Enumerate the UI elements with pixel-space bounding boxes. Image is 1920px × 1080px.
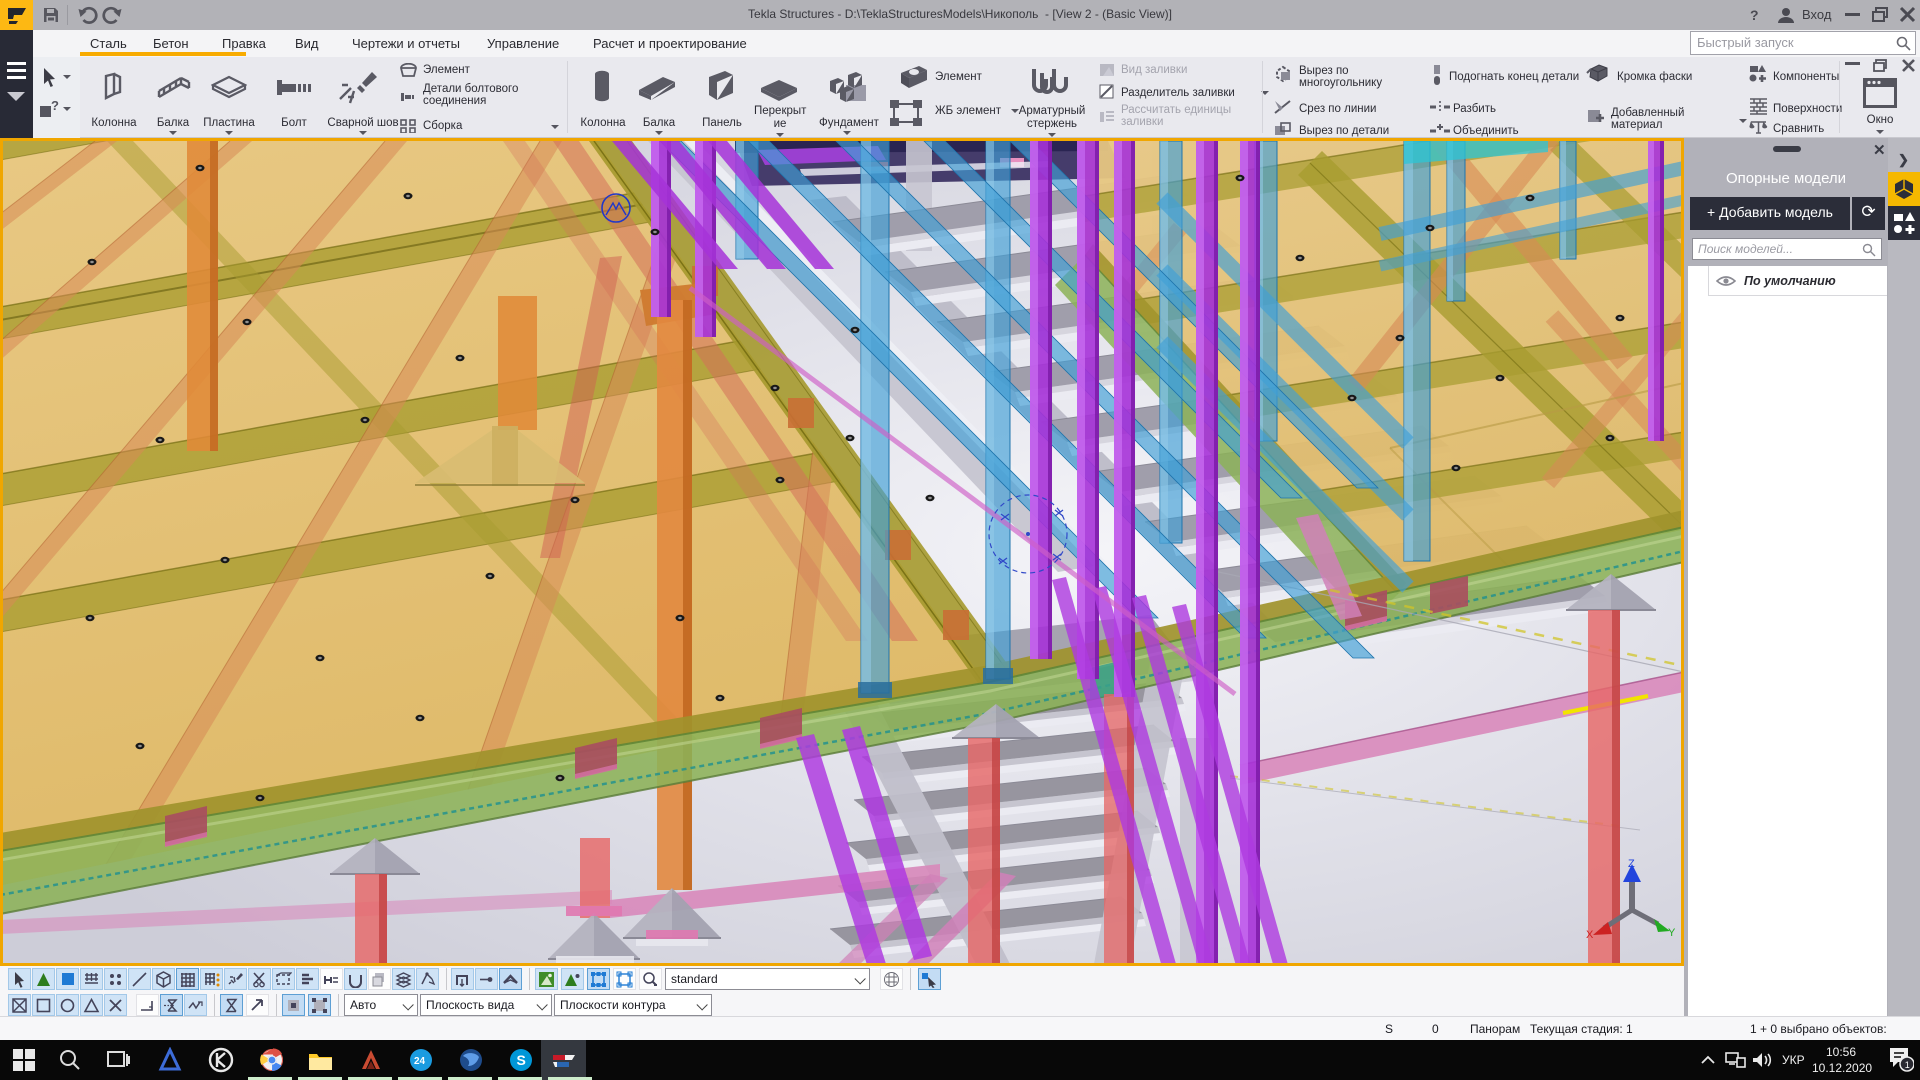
- svg-text:S: S: [517, 1052, 526, 1068]
- svg-text:24: 24: [414, 1056, 426, 1067]
- svg-text:1: 1: [1905, 1060, 1910, 1070]
- svg-text:Y: Y: [1668, 927, 1676, 939]
- svg-text:Z: Z: [1628, 858, 1635, 870]
- svg-text:X: X: [1586, 929, 1594, 941]
- svg-text:?: ?: [51, 99, 59, 113]
